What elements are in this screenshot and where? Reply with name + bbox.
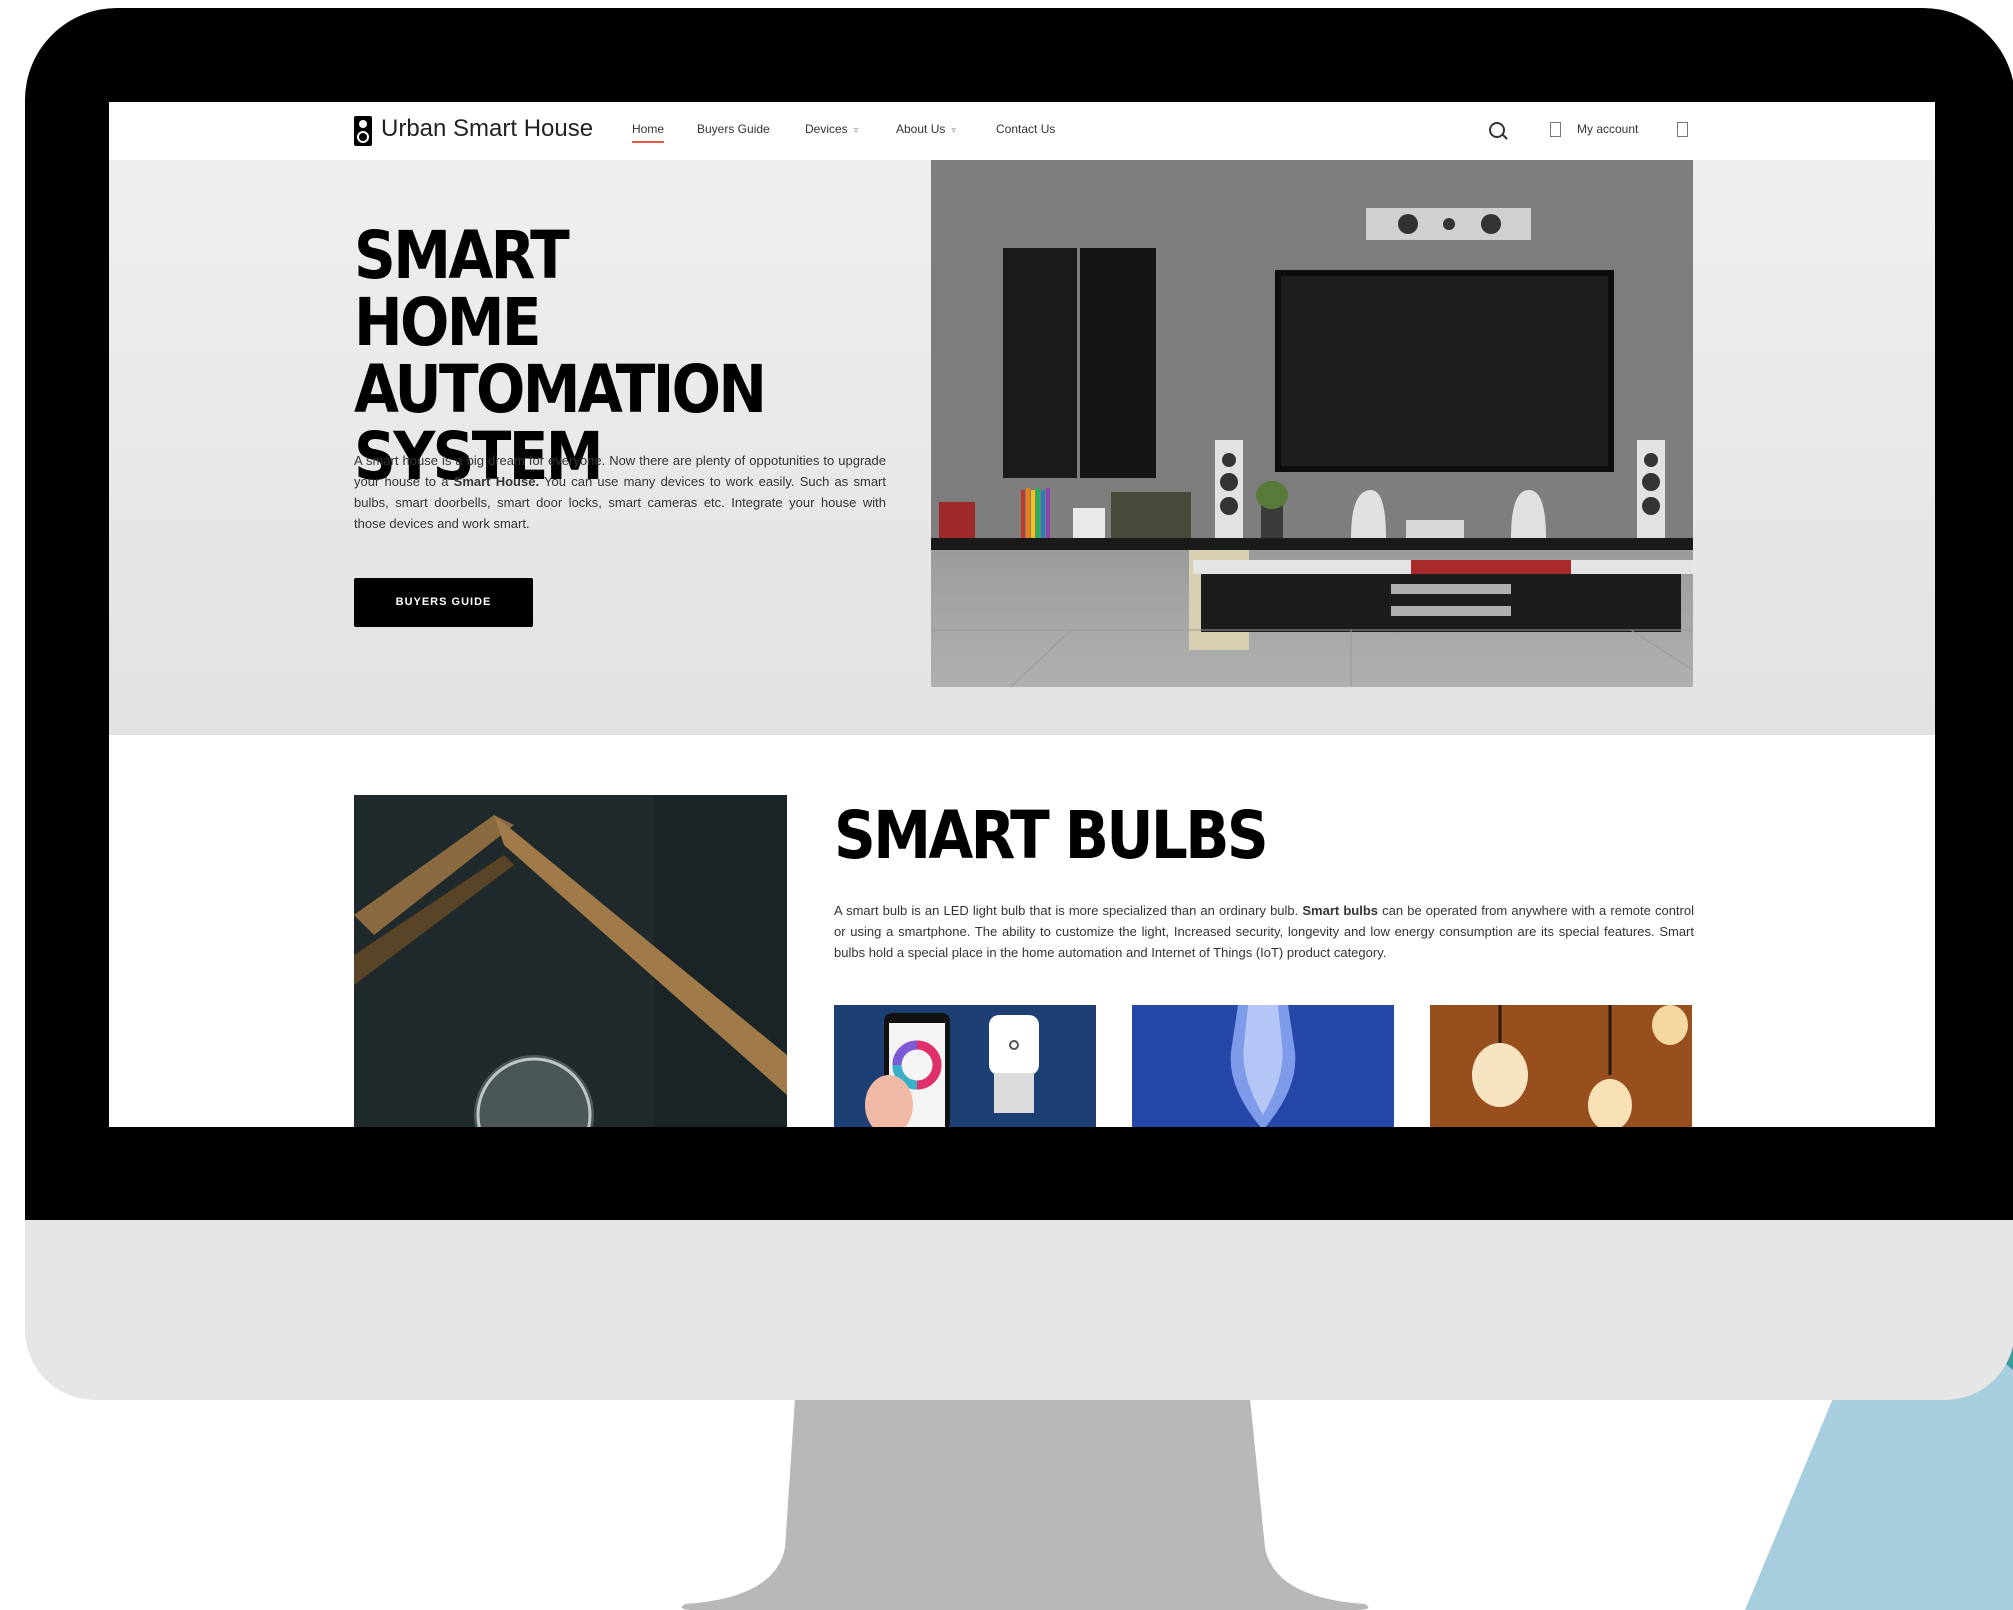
user-icon[interactable] — [1550, 122, 1561, 137]
hero-living-room-image — [931, 160, 1693, 687]
cart-icon[interactable] — [1677, 122, 1688, 137]
monitor-chin — [25, 1212, 2013, 1400]
bulbs-text-part: A smart bulb is an LED light bulb that i… — [834, 903, 1303, 918]
nav-item-devices[interactable]: Devices ▿ — [805, 122, 858, 136]
blue-bulb-illustration — [1132, 1005, 1394, 1127]
hero-description: A smart house is a big dream for everyon… — [354, 450, 886, 534]
hero-text-bold: Smart House. — [453, 474, 540, 489]
nav-label: Buyers Guide — [697, 122, 770, 136]
smart-bulbs-title: SMART BULBS — [834, 797, 1269, 874]
site-logo-text[interactable]: Urban Smart House — [381, 115, 593, 143]
nav-label: About Us — [896, 122, 946, 136]
nav-item-home[interactable]: Home — [632, 122, 665, 143]
bulb-thumbnail-warm[interactable] — [1430, 1005, 1692, 1127]
living-room-illustration — [931, 160, 1693, 687]
warm-bulbs-illustration — [1430, 1005, 1692, 1127]
nav-label: Home — [632, 122, 665, 136]
nav-label: Contact Us — [996, 122, 1056, 136]
my-account-link[interactable]: My account — [1577, 122, 1638, 136]
bulb-house-image — [354, 795, 787, 1127]
speaker-logo-icon[interactable] — [354, 116, 372, 146]
bulb-thumbnail-blue[interactable] — [1132, 1005, 1394, 1127]
chevron-down-icon: ▿ — [951, 125, 956, 135]
monitor-stand — [681, 1398, 1369, 1610]
site-header: Urban Smart House Home Buyers Guide Devi… — [109, 102, 1935, 161]
phone-app-illustration — [834, 1005, 1096, 1127]
nav-item-about-us[interactable]: About Us ▿ — [896, 122, 956, 136]
bulbs-text-bold: Smart bulbs — [1302, 903, 1379, 918]
nav-item-buyers-guide[interactable]: Buyers Guide — [697, 122, 770, 136]
smart-bulbs-description: A smart bulb is an LED light bulb that i… — [834, 900, 1694, 963]
monitor-screen: Urban Smart House Home Buyers Guide Devi… — [109, 102, 1935, 1127]
hero-section: SMART HOME AUTOMATION SYSTEM A smart hou… — [109, 160, 1935, 735]
nav-label: Devices — [805, 122, 848, 136]
nav-item-contact-us[interactable]: Contact Us — [996, 122, 1055, 136]
search-icon[interactable] — [1489, 122, 1505, 138]
wooden-house-bulb-illustration — [354, 795, 787, 1127]
buyers-guide-button[interactable]: BUYERS GUIDE — [354, 578, 533, 627]
chevron-down-icon: ▿ — [853, 125, 859, 135]
bulb-thumbnail-phone[interactable] — [834, 1005, 1096, 1127]
